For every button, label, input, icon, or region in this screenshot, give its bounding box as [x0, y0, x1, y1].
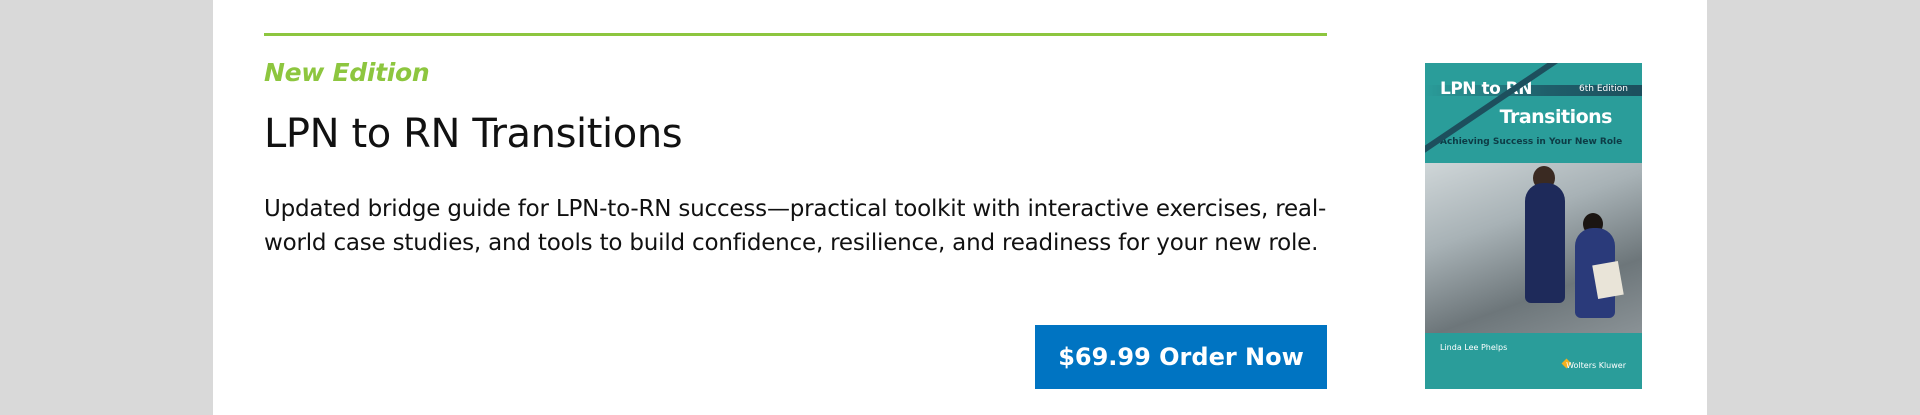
order-now-button[interactable]: $69.99 Order Now [1035, 325, 1327, 389]
cover-subtitle: Achieving Success in Your New Role [1440, 137, 1623, 147]
clipboard-paper [1592, 261, 1624, 299]
cover-author: Linda Lee Phelps [1440, 343, 1508, 352]
new-edition-badge: New Edition [264, 58, 430, 87]
cover-publisher: Wolters Kluwer [1566, 361, 1626, 370]
green-divider [264, 33, 1327, 36]
nurse-figure-1 [1525, 183, 1565, 303]
cover-edition: 6th Edition [1579, 84, 1628, 94]
cover-title-line2: Transitions [1499, 106, 1613, 128]
product-title[interactable]: LPN to RN Transitions [264, 111, 683, 157]
book-cover-image[interactable]: LPN to RN 6th Edition Transitions Achiev… [1425, 63, 1642, 389]
product-description: Updated bridge guide for LPN-to-RN succe… [264, 196, 1327, 256]
promo-card: New Edition LPN to RN Transitions Update… [213, 0, 1707, 415]
